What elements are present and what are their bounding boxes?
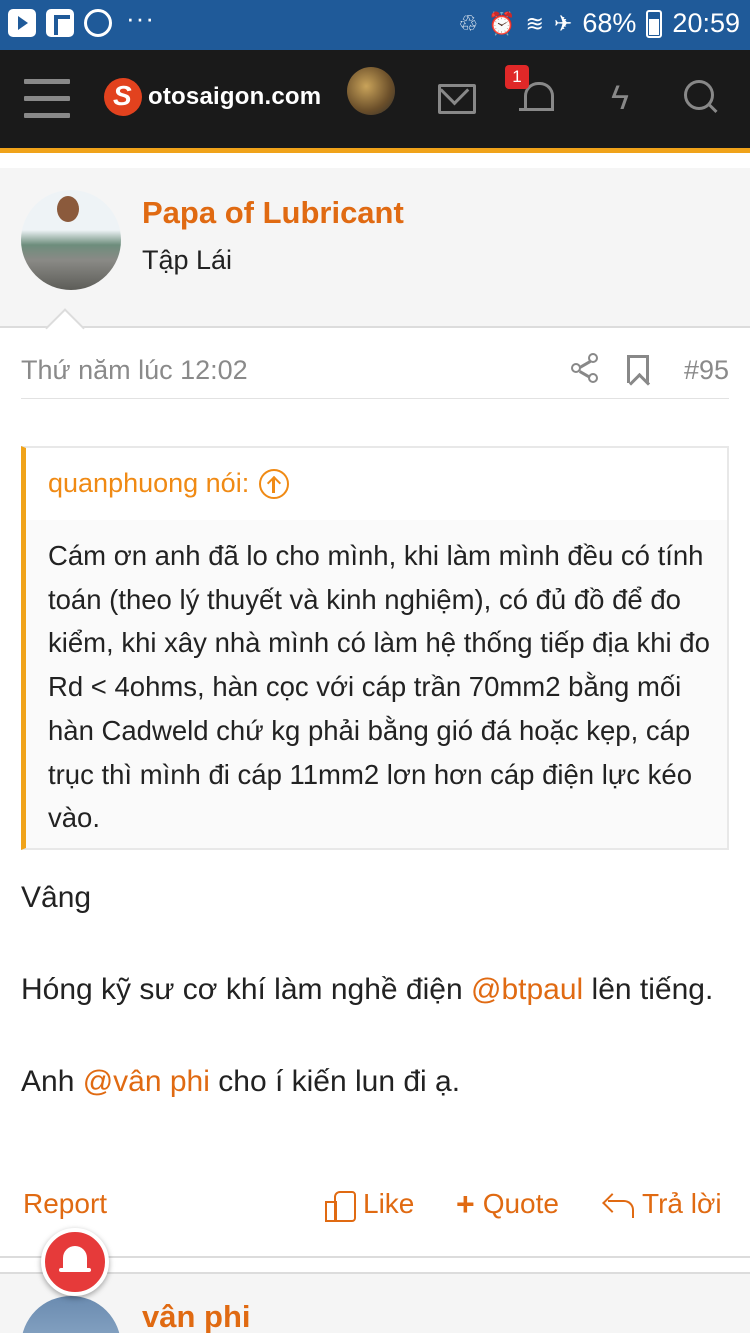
- airplane-mode-icon: ✈: [553, 10, 573, 36]
- plus-icon: +: [456, 1186, 475, 1222]
- next-author-name[interactable]: vân phi: [142, 1299, 251, 1333]
- reply-icon: [602, 1190, 634, 1218]
- youtube-icon: [8, 9, 36, 37]
- post-number[interactable]: #95: [684, 355, 729, 386]
- clock: 20:59: [672, 8, 740, 38]
- mention-link[interactable]: @vân phi: [83, 1065, 210, 1098]
- like-label: Like: [363, 1188, 415, 1219]
- report-button[interactable]: Report: [23, 1188, 107, 1220]
- header-accent-line: [0, 148, 750, 153]
- flipboard-icon: [46, 9, 74, 37]
- site-logo[interactable]: otosaigon.com: [104, 78, 321, 116]
- post-date[interactable]: Thứ năm lúc 12:02: [21, 355, 248, 386]
- post-line: Anh @vân phi cho í kiến lun đi ạ.: [21, 1065, 461, 1098]
- quote-block: quanphuong nói: Cám ơn anh đã lo cho mìn…: [21, 446, 729, 850]
- wifi-icon: ≋: [525, 10, 544, 36]
- post-author-block: Papa of Lubricant Tập Lái: [0, 168, 750, 328]
- quote-text: Cám ơn anh đã lo cho mình, khi làm mình …: [48, 540, 710, 834]
- logo-mark-icon: [104, 78, 142, 116]
- like-button[interactable]: Like: [325, 1188, 415, 1222]
- next-author-avatar[interactable]: [21, 1296, 121, 1333]
- quote-author-link[interactable]: quanphuong nói:: [48, 468, 290, 499]
- recycle-icon: ♲: [458, 10, 479, 36]
- menu-icon[interactable]: [24, 79, 70, 119]
- share-icon[interactable]: [571, 353, 601, 383]
- push-notification-bell-icon[interactable]: [41, 1228, 109, 1296]
- post-body: Vâng Hóng kỹ sư cơ khí làm nghề điện @bt…: [21, 875, 729, 1151]
- quote-button[interactable]: + Quote: [456, 1188, 559, 1220]
- viber-icon: [84, 9, 112, 37]
- status-bar: ··· ♲ ⏰ ≋ ✈ 68% 20:59: [0, 0, 750, 50]
- battery-percent: 68%: [582, 8, 637, 38]
- notification-badge: 1: [505, 65, 529, 89]
- site-name: otosaigon.com: [148, 83, 322, 110]
- quote-label: Quote: [482, 1188, 559, 1219]
- arrow-up-circle-icon[interactable]: [259, 468, 290, 499]
- quote-author: quanphuong nói:: [48, 468, 250, 498]
- author-avatar[interactable]: [21, 190, 121, 290]
- lightning-icon[interactable]: ϟ: [600, 78, 640, 118]
- author-title: Tập Lái: [142, 245, 233, 275]
- reply-button[interactable]: Trả lời: [602, 1188, 722, 1220]
- mail-icon[interactable]: [436, 78, 476, 118]
- next-post-author-block: vân phi: [0, 1272, 750, 1333]
- reply-label: Trả lời: [642, 1188, 722, 1219]
- quote-header: quanphuong nói:: [26, 448, 727, 520]
- status-right-icons: ♲ ⏰ ≋ ✈ 68% 20:59: [458, 8, 740, 39]
- post-line: Vâng: [21, 881, 92, 914]
- post-actions: Report Like + Quote Trả lời: [0, 1182, 750, 1232]
- status-left-icons: ···: [8, 3, 155, 37]
- battery-icon: [646, 9, 663, 38]
- search-icon[interactable]: [682, 78, 722, 118]
- app-header: otosaigon.com 1 ϟ: [0, 50, 750, 148]
- more-notifications-icon: ···: [126, 2, 155, 33]
- post-line: Hóng kỹ sư cơ khí làm nghề điện @btpaul …: [21, 973, 714, 1006]
- post-divider: [0, 1256, 750, 1258]
- mention-link[interactable]: @btpaul: [471, 973, 583, 1006]
- author-name[interactable]: Papa of Lubricant: [142, 195, 404, 231]
- thumbs-up-icon: [325, 1189, 356, 1222]
- alarm-icon: ⏰: [488, 10, 516, 36]
- post-meta: Thứ năm lúc 12:02 #95: [21, 353, 729, 399]
- bookmark-icon[interactable]: [627, 355, 649, 383]
- user-avatar[interactable]: [347, 67, 395, 115]
